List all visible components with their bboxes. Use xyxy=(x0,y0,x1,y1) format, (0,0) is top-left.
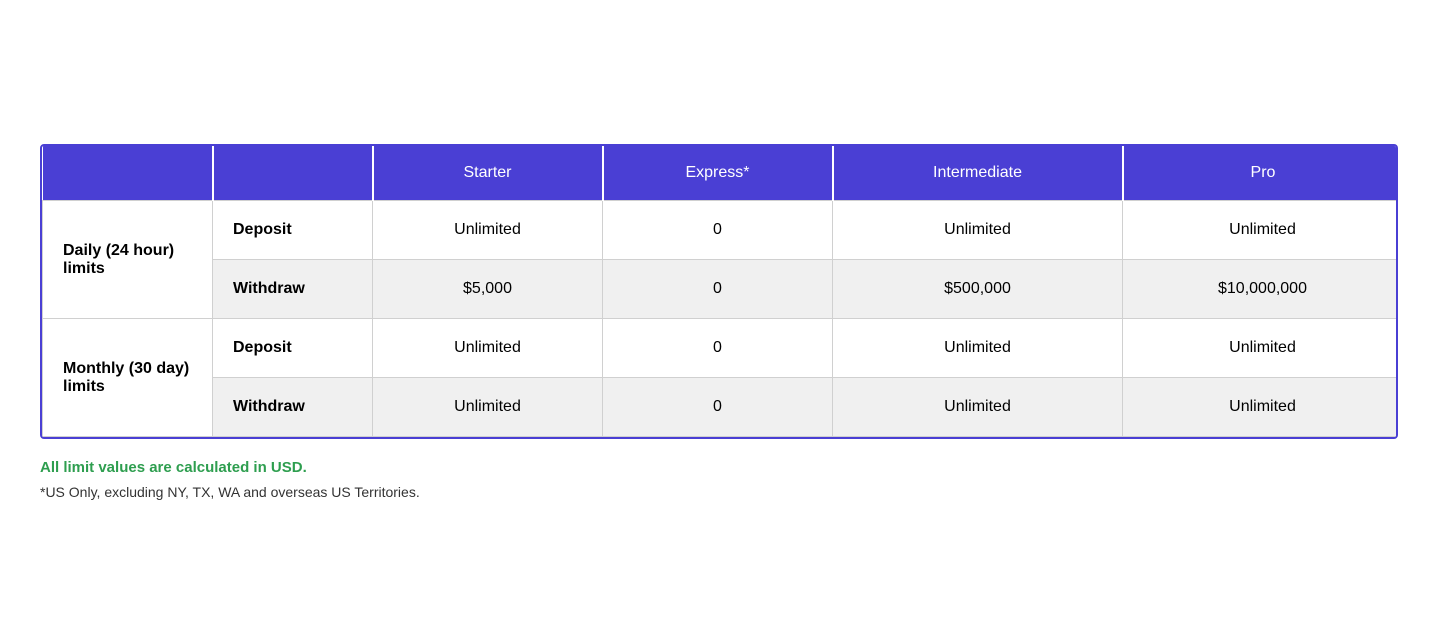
cell-intermediate: Unlimited xyxy=(833,378,1123,437)
cell-pro: Unlimited xyxy=(1123,319,1399,378)
table-row: Monthly (30 day) limitsDepositUnlimited0… xyxy=(43,319,1399,378)
cell-starter: Unlimited xyxy=(373,319,603,378)
cell-express: 0 xyxy=(603,319,833,378)
cell-intermediate: Unlimited xyxy=(833,201,1123,260)
limits-table: Starter Express* Intermediate Pro Daily … xyxy=(42,146,1398,437)
cell-type: Deposit xyxy=(213,201,373,260)
cell-pro: $10,000,000 xyxy=(1123,260,1399,319)
cell-starter: Unlimited xyxy=(373,201,603,260)
header-pro: Pro xyxy=(1123,146,1399,201)
cell-intermediate: Unlimited xyxy=(833,319,1123,378)
cell-type: Withdraw xyxy=(213,378,373,437)
table-header-row: Starter Express* Intermediate Pro xyxy=(43,146,1399,201)
header-empty-1 xyxy=(43,146,213,201)
header-intermediate: Intermediate xyxy=(833,146,1123,201)
header-starter: Starter xyxy=(373,146,603,201)
cell-starter: $5,000 xyxy=(373,260,603,319)
asterisk-note: *US Only, excluding NY, TX, WA and overs… xyxy=(40,484,1398,500)
cell-type: Deposit xyxy=(213,319,373,378)
header-express: Express* xyxy=(603,146,833,201)
page-container: Starter Express* Intermediate Pro Daily … xyxy=(40,144,1398,500)
cell-express: 0 xyxy=(603,260,833,319)
cell-pro: Unlimited xyxy=(1123,378,1399,437)
table-row: Daily (24 hour) limitsDepositUnlimited0U… xyxy=(43,201,1399,260)
cell-express: 0 xyxy=(603,378,833,437)
cell-category: Monthly (30 day) limits xyxy=(43,319,213,437)
cell-category: Daily (24 hour) limits xyxy=(43,201,213,319)
cell-type: Withdraw xyxy=(213,260,373,319)
cell-intermediate: $500,000 xyxy=(833,260,1123,319)
header-empty-2 xyxy=(213,146,373,201)
table-row: Withdraw$5,0000$500,000$10,000,000 xyxy=(43,260,1399,319)
cell-express: 0 xyxy=(603,201,833,260)
cell-pro: Unlimited xyxy=(1123,201,1399,260)
table-row: WithdrawUnlimited0UnlimitedUnlimited xyxy=(43,378,1399,437)
limits-table-wrapper: Starter Express* Intermediate Pro Daily … xyxy=(40,144,1398,439)
usd-note: All limit values are calculated in USD. xyxy=(40,459,1398,476)
cell-starter: Unlimited xyxy=(373,378,603,437)
